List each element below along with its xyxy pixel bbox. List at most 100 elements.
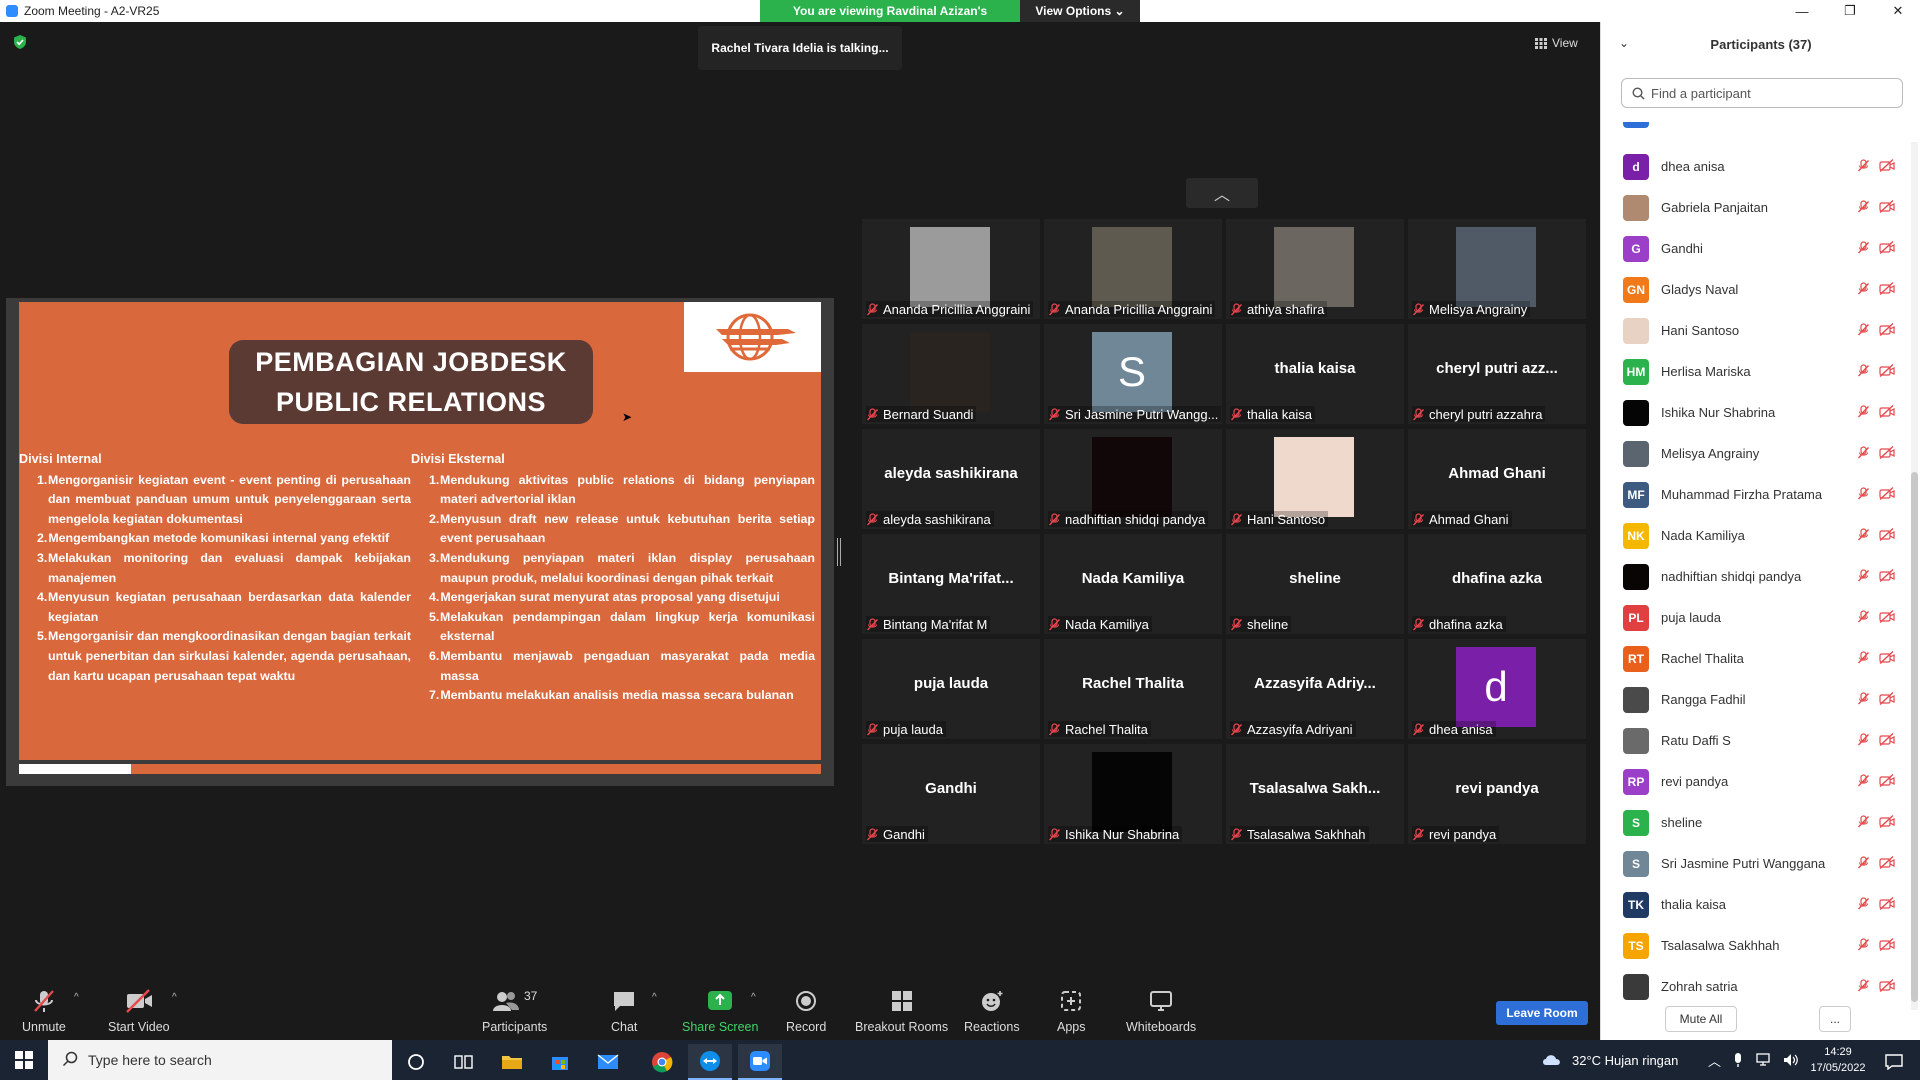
participant-row[interactable]: GN Gladys Naval <box>1601 269 1901 310</box>
participant-video-tile[interactable]: Ananda Pricillia Anggraini <box>1044 219 1222 319</box>
shared-screen[interactable]: PEMBAGIAN JOBDESK PUBLIC RELATIONS Divis… <box>6 298 834 786</box>
participant-row[interactable]: d dhea anisa <box>1601 146 1901 187</box>
participant-row[interactable]: PL puja lauda <box>1601 597 1901 638</box>
participants-scrollbar[interactable] <box>1911 142 1918 1010</box>
windows-start-button[interactable] <box>2 1042 46 1078</box>
unmute-button[interactable]: Unmute <box>22 988 66 1034</box>
participant-row[interactable]: Hani Santoso <box>1601 310 1901 351</box>
video-options-caret-icon[interactable]: ^ <box>172 992 177 1003</box>
breakout-rooms-button[interactable]: Breakout Rooms <box>855 988 948 1034</box>
participant-row[interactable]: Zohrah satria <box>1601 966 1901 1002</box>
volume-icon[interactable] <box>1783 1053 1799 1067</box>
view-button[interactable]: View <box>1535 32 1578 54</box>
participant-video-tile[interactable]: thalia kaisa thalia kaisa <box>1226 324 1404 424</box>
participant-search-input[interactable]: Find a participant <box>1621 78 1903 108</box>
participant-video-tile[interactable]: Ishika Nur Shabrina <box>1044 744 1222 844</box>
participant-row[interactable]: NK Nada Kamiliya <box>1601 515 1901 556</box>
whiteboards-button[interactable]: Whiteboards <box>1126 988 1196 1034</box>
participant-row[interactable]: RP revi pandya <box>1601 761 1901 802</box>
participant-video-tile[interactable]: nadhiftian shidqi pandya <box>1044 429 1222 529</box>
chrome-button[interactable] <box>640 1044 684 1080</box>
task-view-button[interactable] <box>442 1044 486 1080</box>
participant-video-tile[interactable]: puja lauda puja lauda <box>862 639 1040 739</box>
participant-row[interactable]: Ratu Daffi S <box>1601 720 1901 761</box>
participant-video-tile[interactable]: Tsalasalwa Sakh... Tsalasalwa Sakhhah <box>1226 744 1404 844</box>
participant-video-tile[interactable]: Bintang Ma'rifat... Bintang Ma'rifat M <box>862 534 1040 634</box>
taskbar-search-box[interactable]: Type here to search <box>48 1040 392 1080</box>
restore-button[interactable]: ❐ <box>1828 0 1872 22</box>
show-hidden-icons-chevron-icon[interactable]: ︿ <box>1708 1051 1721 1070</box>
participant-video-tile[interactable]: sheline sheline <box>1226 534 1404 634</box>
participant-row[interactable]: MF Muhammad Firzha Pratama <box>1601 474 1901 515</box>
participant-video-tile[interactable]: Bernard Suandi <box>862 324 1040 424</box>
close-button[interactable]: ✕ <box>1876 0 1920 22</box>
network-icon[interactable] <box>1755 1053 1771 1067</box>
participant-video-tile[interactable]: Nada Kamiliya Nada Kamiliya <box>1044 534 1222 634</box>
participants-button[interactable]: 37 Participants <box>482 988 547 1034</box>
participant-row[interactable]: TK thalia kaisa <box>1601 884 1901 925</box>
cortana-circle-icon <box>408 1054 424 1070</box>
share-options-caret-icon[interactable]: ^ <box>751 992 756 1003</box>
participant-row[interactable]: RT Rachel Thalita <box>1601 638 1901 679</box>
chat-options-caret-icon[interactable]: ^ <box>652 992 657 1003</box>
participant-row[interactable]: Rangga Fadhil <box>1601 679 1901 720</box>
chat-button[interactable]: Chat <box>611 988 637 1034</box>
leave-room-button[interactable]: Leave Room <box>1496 1001 1588 1025</box>
participant-video-tile[interactable]: dhafina azka dhafina azka <box>1408 534 1586 634</box>
share-screen-button[interactable]: Share Screen <box>682 988 758 1034</box>
start-video-button[interactable]: Start Video <box>108 988 170 1034</box>
reactions-button[interactable]: Reactions <box>964 988 1020 1034</box>
microsoft-store-button[interactable] <box>538 1044 582 1080</box>
cortana-button[interactable] <box>394 1044 438 1080</box>
participants-scrollbar-thumb[interactable] <box>1911 472 1918 1002</box>
file-explorer-button[interactable] <box>490 1044 534 1080</box>
participant-video-tile[interactable]: S Sri Jasmine Putri Wangg... <box>1044 324 1222 424</box>
participant-video-tile[interactable]: Rachel Thalita Rachel Thalita <box>1044 639 1222 739</box>
participant-video-tile[interactable]: Hani Santoso <box>1226 429 1404 529</box>
participant-row[interactable]: S Sri Jasmine Putri Wanggana <box>1601 843 1901 884</box>
audio-options-caret-icon[interactable]: ^ <box>74 992 79 1003</box>
participant-row[interactable]: Ssheline <box>1601 802 1901 843</box>
participant-row[interactable]: Melisya Angrainy <box>1601 433 1901 474</box>
participant-row[interactable]: nadhiftian shidqi pandya <box>1601 556 1901 597</box>
participant-video-tile[interactable]: cheryl putri azz... cheryl putri azzahra <box>1408 324 1586 424</box>
encryption-shield-icon[interactable] <box>12 34 28 50</box>
participant-video-tile[interactable]: athiya shafira <box>1226 219 1404 319</box>
external-task-item-number: 3. <box>429 550 440 565</box>
minimize-button[interactable]: — <box>1780 0 1824 22</box>
participant-row[interactable]: TS Tsalasalwa Sakhhah <box>1601 925 1901 966</box>
split-view-divider[interactable] <box>837 538 841 566</box>
microphone-tray-icon[interactable] <box>1733 1052 1743 1068</box>
participant-row[interactable]: Ishika Nur Shabrina <box>1601 392 1901 433</box>
participant-video-tile[interactable]: d dhea anisa <box>1408 639 1586 739</box>
participant-row[interactable]: G Gandhi <box>1601 228 1901 269</box>
zoom-taskbar-button[interactable] <box>738 1044 782 1080</box>
microphone-muted-icon <box>1857 938 1870 951</box>
taskbar-clock[interactable]: 14:29 17/05/2022 <box>1808 1044 1868 1076</box>
participant-avatar: MF <box>1623 481 1649 508</box>
participant-avatar: S <box>1092 332 1172 412</box>
mail-button[interactable] <box>586 1044 630 1080</box>
record-button[interactable]: Record <box>786 988 826 1034</box>
weather-widget[interactable]: 32°C Hujan ringan <box>1540 1040 1678 1080</box>
participant-video-tile[interactable]: Ahmad Ghani Ahmad Ghani <box>1408 429 1586 529</box>
participant-video-tile[interactable]: Ananda Pricillia Anggraini <box>862 219 1040 319</box>
participant-video-tile[interactable]: aleyda sashikirana aleyda sashikirana <box>862 429 1040 529</box>
microphone-muted-icon <box>1230 617 1243 630</box>
teamviewer-button[interactable] <box>688 1044 732 1080</box>
notifications-button[interactable] <box>1872 1044 1916 1080</box>
apps-button[interactable]: Apps <box>1057 988 1086 1034</box>
participant-display-name: Bintang Ma'rifat... <box>888 569 1014 587</box>
participant-video-tile[interactable]: Azzasyifa Adriy... Azzasyifa Adriyani <box>1226 639 1404 739</box>
microphone-muted-icon <box>1857 651 1870 664</box>
view-options-button[interactable]: View Options ⌄ <box>1020 0 1140 22</box>
mute-all-button[interactable]: Mute All <box>1665 1006 1737 1032</box>
participant-video-tile[interactable]: Gandhi Gandhi <box>862 744 1040 844</box>
participant-video-tile[interactable]: revi pandya revi pandya <box>1408 744 1586 844</box>
participant-row[interactable]: HM Herlisa Mariska <box>1601 351 1901 392</box>
participant-row[interactable]: Gabriela Panjaitan <box>1601 187 1901 228</box>
microphone-muted-icon <box>1412 827 1425 840</box>
gallery-previous-page-button[interactable]: ︿ <box>1186 178 1258 208</box>
participant-video-tile[interactable]: Melisya Angrainy <box>1408 219 1586 319</box>
more-options-button[interactable]: ... <box>1819 1006 1851 1032</box>
